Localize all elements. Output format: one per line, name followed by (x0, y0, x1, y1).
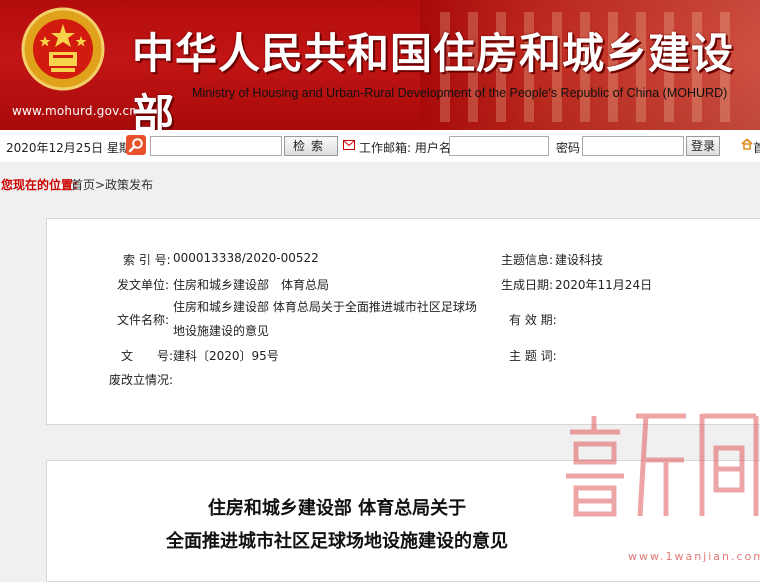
site-banner: www.mohurd.gov.cn 中华人民共和国住房和城乡建设部 Minist… (0, 0, 760, 130)
username-input[interactable] (449, 136, 549, 156)
national-emblem-icon[interactable] (20, 6, 106, 92)
document-number-label: 文 号: (121, 349, 174, 363)
ministry-title-cn: 中华人民共和国住房和城乡建设部 (132, 29, 735, 130)
breadcrumb-label: 您现在的位置: (1, 178, 78, 192)
document-name-label: 文件名称: (117, 313, 170, 327)
validity-label: 有 效 期: (509, 313, 557, 327)
login-button[interactable]: 登录 (686, 136, 720, 156)
issuer-label: 发文单位: (117, 278, 170, 292)
search-button[interactable]: 检索 (284, 136, 338, 156)
home-icon[interactable] (741, 138, 753, 150)
search-icon[interactable] (126, 135, 146, 155)
home-link[interactable]: 首 (753, 139, 760, 156)
article-title-line2: 全面推进城市社区足球场地设施建设的意见 (166, 531, 508, 552)
issuer-value: 住房和城乡建设部 体育总局 (173, 278, 330, 292)
amendment-status-label: 废改立情况: (109, 373, 174, 387)
current-date: 2020年12月25日 星期五 (6, 141, 143, 155)
site-url: www.mohurd.gov.cn (12, 104, 138, 118)
work-mail-username-label: 工作邮箱: 用户名 (359, 141, 451, 155)
keyword-label: 主 题 词: (509, 349, 557, 363)
document-number-value: 建科〔2020〕95号 (173, 349, 279, 363)
watermark-url: www.1wanjian.com (628, 550, 760, 563)
generated-date-value: 2020年11月24日 (555, 278, 653, 292)
document-name-line2: 地设施建设的意见 (173, 324, 270, 338)
document-info-panel: 索 引 号: 000013338/2020-00522 主题信息: 建设科技 发… (46, 218, 760, 425)
search-input[interactable] (150, 136, 282, 156)
breadcrumb: 您现在的位置: 首页>政策发布 (0, 162, 760, 196)
subject-info-label: 主题信息: (501, 253, 554, 267)
top-toolbar: 2020年12月25日 星期五 检索 工作邮箱: 用户名 密码 登录 首 (0, 130, 760, 163)
index-number-label: 索 引 号: (123, 253, 171, 267)
site-watermark: www.1wanjian.com (562, 404, 760, 565)
breadcrumb-path[interactable]: 首页>政策发布 (71, 176, 153, 193)
password-label: 密码 (556, 141, 581, 155)
index-number-value: 000013338/2020-00522 (173, 251, 319, 265)
document-name-line1: 住房和城乡建设部 体育总局关于全面推进城市社区足球场 (173, 300, 477, 314)
watermark-logo-icon (566, 413, 759, 517)
password-input[interactable] (582, 136, 684, 156)
generated-date-label: 生成日期: (501, 278, 554, 292)
subject-info-value: 建设科技 (555, 253, 604, 267)
ministry-title-en: Ministry of Housing and Urban-Rural Deve… (192, 86, 728, 100)
mail-icon (343, 140, 355, 150)
article-title-line1: 住房和城乡建设部 体育总局关于 (207, 498, 467, 519)
